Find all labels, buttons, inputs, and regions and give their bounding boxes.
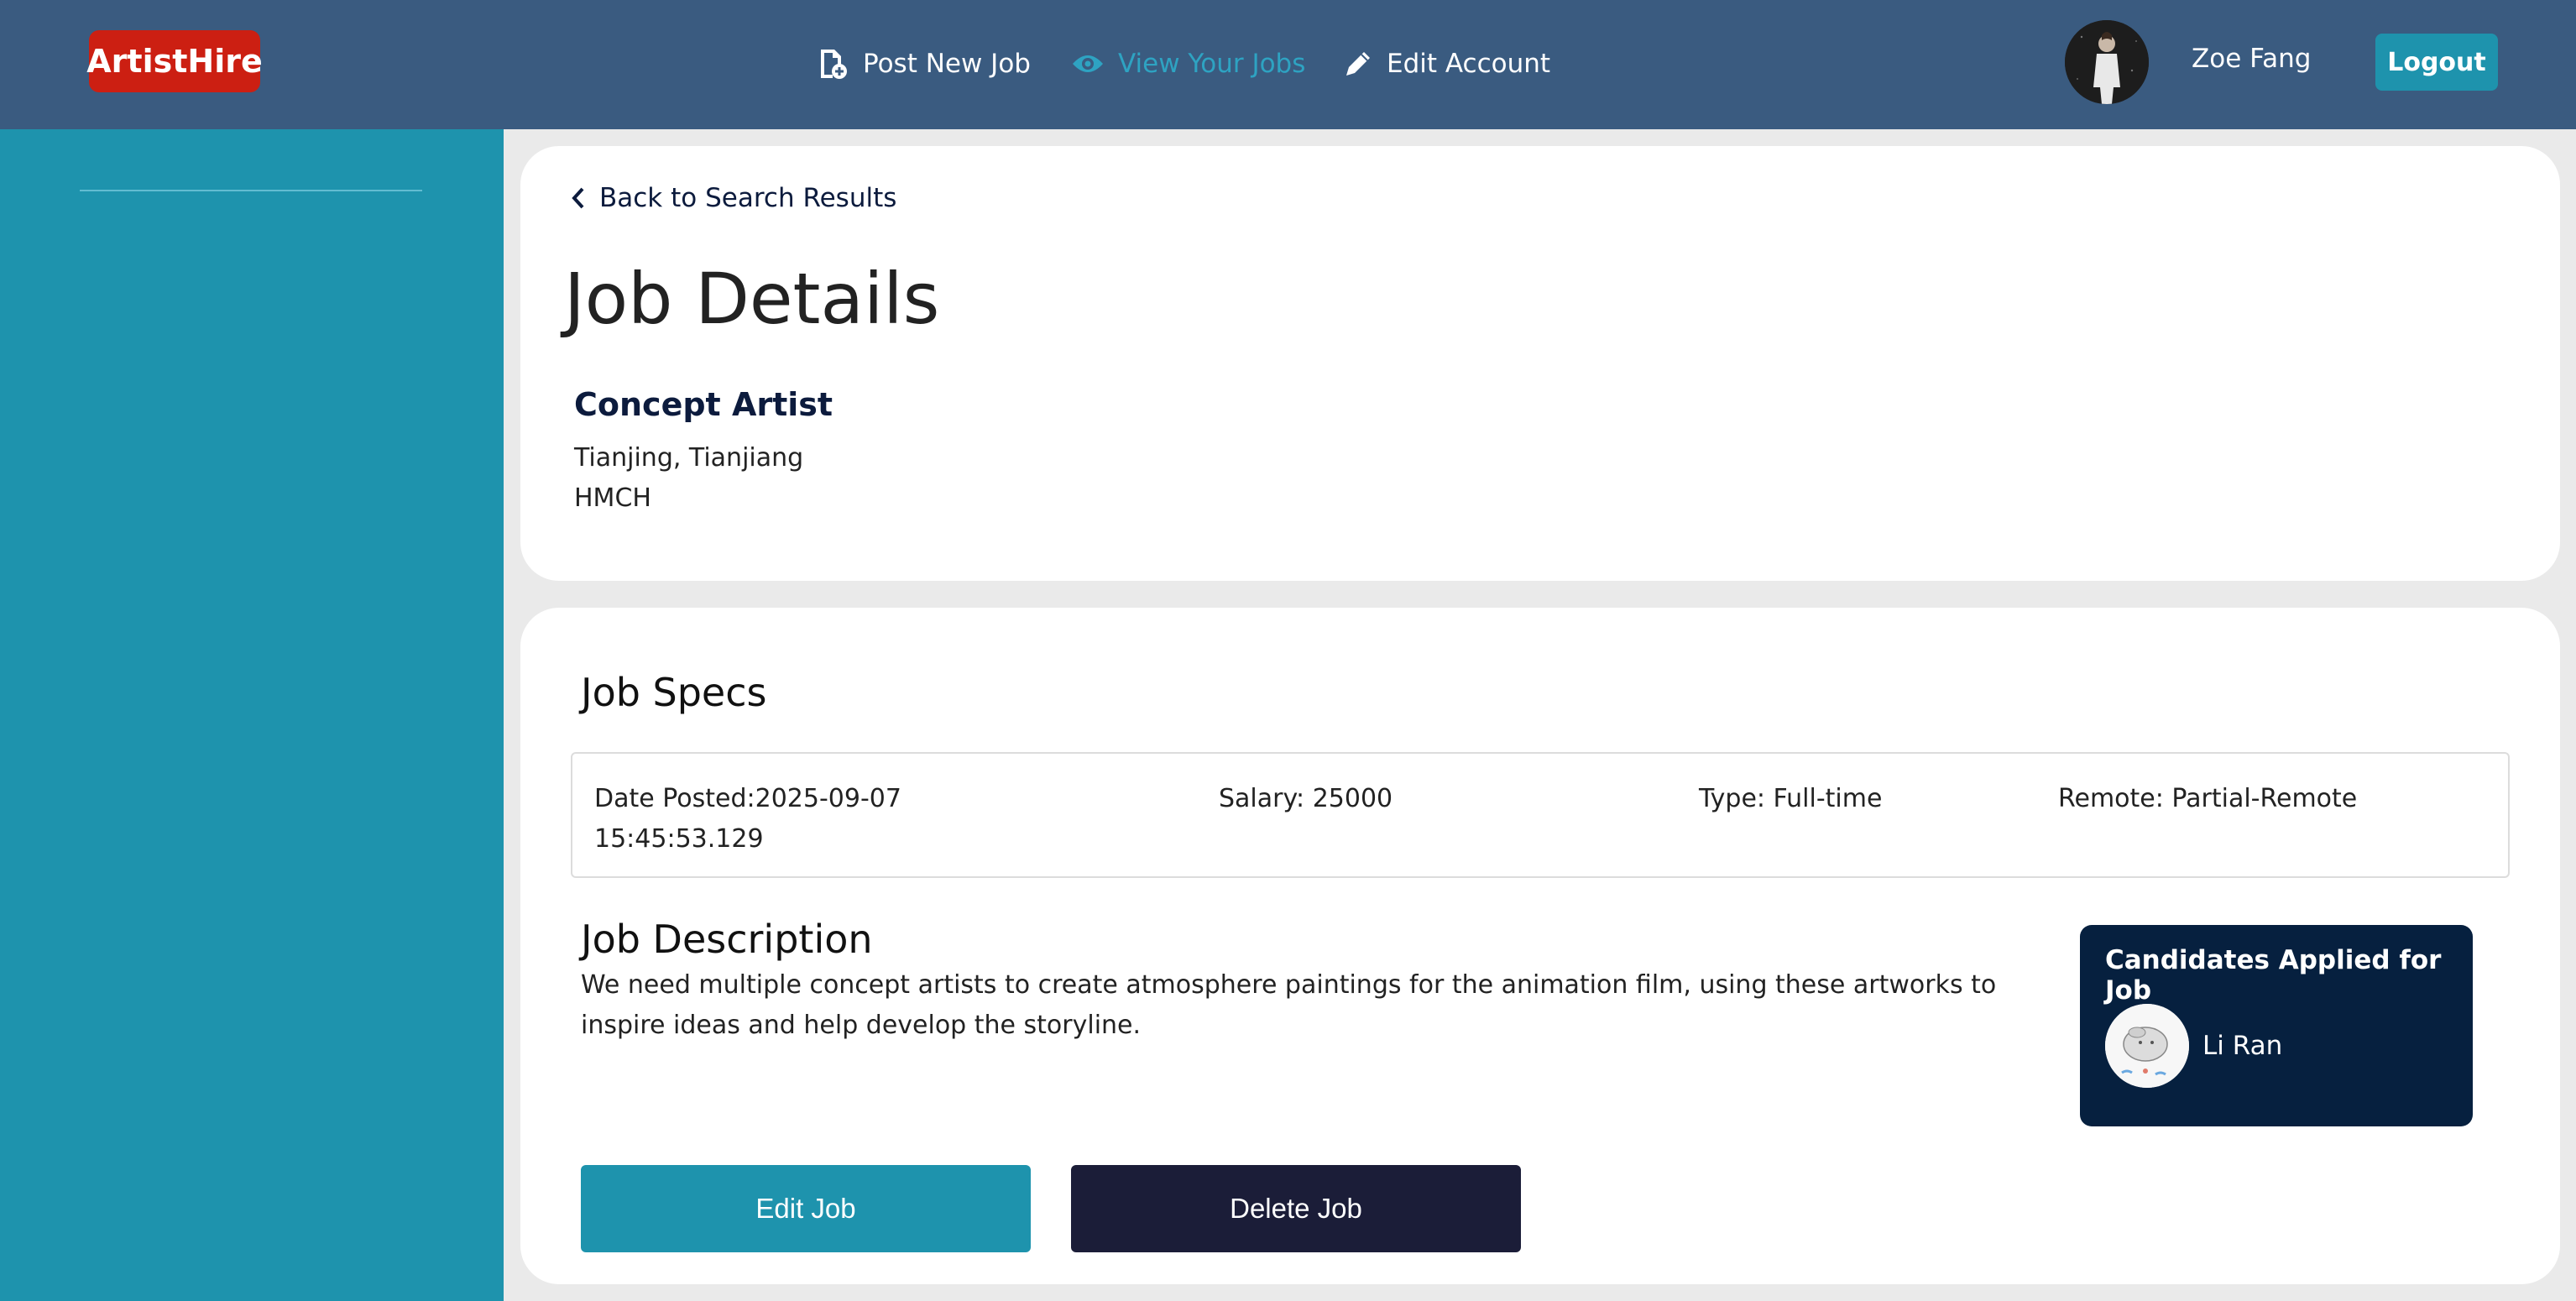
user-avatar[interactable] [2065,20,2149,104]
spec-salary: Salary: 25000 [1219,784,1393,813]
top-navbar: ArtistHire Post New Job View Your Jobs E… [0,0,2576,129]
candidate-avatar [2105,1004,2189,1088]
chevron-left-icon [572,187,584,209]
spec-type: Type: Full-time [1699,784,1883,813]
job-description-text: We need multiple concept artists to crea… [581,970,1997,1040]
delete-job-button[interactable]: Delete Job [1071,1165,1521,1252]
nav-post-new-job-label: Post New Job [863,49,1031,79]
user-name: Zoe Fang [2192,44,2312,74]
sidebar [0,129,504,1301]
sidebar-divider [80,190,422,191]
nav-view-your-jobs[interactable]: View Your Jobs [1071,42,1305,86]
edit-job-button[interactable]: Edit Job [581,1165,1031,1252]
eye-icon [1073,55,1103,72]
nav-edit-account[interactable]: Edit Account [1343,42,1550,86]
job-description-heading: Job Description [581,917,873,962]
job-title: Concept Artist [574,386,833,423]
job-location: Tianjing, Tianjiang [574,443,804,473]
spec-date-posted: Date Posted:2025-09-07 15:45:53.129 [594,784,901,854]
spec-remote: Remote: Partial-Remote [2058,784,2358,813]
candidates-heading: Candidates Applied for Job [2105,945,2442,1006]
logout-button[interactable]: Logout [2375,34,2498,91]
nav-view-your-jobs-label: View Your Jobs [1118,49,1306,79]
back-to-search-link[interactable]: Back to Search Results [571,183,896,213]
pencil-icon [1346,52,1370,76]
page-title: Job Details [564,258,940,340]
job-company: HMCH [574,483,651,513]
job-specs-heading: Job Specs [581,670,767,715]
file-plus-icon [821,50,847,79]
brand-logo[interactable]: ArtistHire [86,30,263,92]
nav-post-new-job[interactable]: Post New Job [816,42,1031,86]
candidates-panel: Candidates Applied for Job Li Ran [2080,925,2473,1126]
candidate-item[interactable]: Li Ran [2105,1004,2282,1088]
back-link-label: Back to Search Results [599,183,897,213]
job-specs-box: Date Posted:2025-09-07 15:45:53.129 Sala… [571,752,2510,878]
candidate-name: Li Ran [2202,1031,2283,1061]
nav-edit-account-label: Edit Account [1387,49,1551,79]
